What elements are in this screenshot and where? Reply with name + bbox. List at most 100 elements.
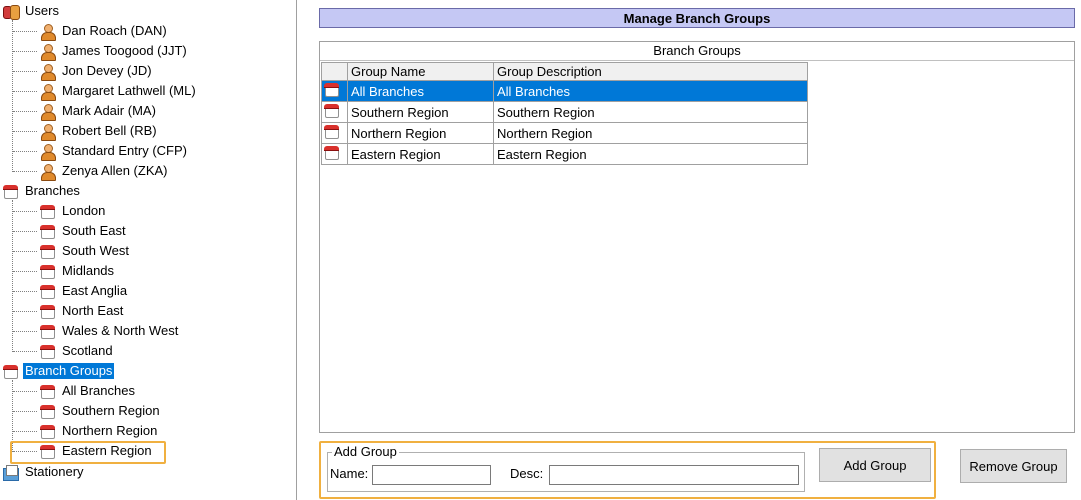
group-name-cell[interactable]: Eastern Region — [347, 143, 494, 165]
tree-label: Jon Devey (JD) — [62, 63, 152, 78]
tree-item-branch[interactable]: Midlands — [39, 261, 116, 281]
tree-item-branch[interactable]: London — [39, 201, 107, 221]
user-icon — [39, 43, 56, 61]
group-description-cell[interactable]: Northern Region — [493, 122, 808, 144]
tree-item-branch[interactable]: South East — [39, 221, 128, 241]
branch-groups-grid: Branch Groups Group Name Group Descripti… — [319, 41, 1075, 433]
branch-group-icon — [323, 102, 340, 119]
branch-icon — [39, 323, 56, 340]
tree-label: Zenya Allen (ZKA) — [62, 163, 168, 178]
tree-item-user[interactable]: Mark Adair (MA) — [39, 101, 158, 121]
tree-label: Mark Adair (MA) — [62, 103, 156, 118]
group-description-cell[interactable]: All Branches — [493, 80, 808, 102]
tree-item-branch-group[interactable]: All Branches — [39, 381, 137, 401]
remove-group-button[interactable]: Remove Group — [960, 449, 1067, 483]
branch-group-icon — [39, 423, 56, 440]
tree-label: Users — [25, 3, 59, 18]
group-description-cell[interactable]: Eastern Region — [493, 143, 808, 165]
tree-item-user[interactable]: Zenya Allen (ZKA) — [39, 161, 170, 181]
tree-node-stationery[interactable]: Stationery — [2, 462, 86, 482]
branch-icon — [39, 303, 56, 320]
branch-icon — [39, 223, 56, 240]
row-icon-cell — [321, 122, 348, 144]
tree-label: East Anglia — [62, 283, 128, 298]
row-icon-cell — [321, 101, 348, 123]
tree-label: Dan Roach (DAN) — [62, 23, 167, 38]
tree-item-user[interactable]: Jon Devey (JD) — [39, 61, 154, 81]
header-icon-column — [321, 62, 348, 81]
tree-connector — [12, 200, 13, 352]
user-icon — [39, 103, 56, 121]
row-icon-cell — [321, 80, 348, 102]
tree-label: Robert Bell (RB) — [62, 123, 157, 138]
group-description-input[interactable] — [549, 465, 799, 485]
users-group-icon — [2, 3, 20, 20]
tree-label: Branches — [25, 183, 80, 198]
tree-item-user[interactable]: Dan Roach (DAN) — [39, 21, 169, 41]
tree-item-branch[interactable]: North East — [39, 301, 125, 321]
table-row[interactable]: All Branches All Branches — [321, 80, 808, 102]
add-group-button[interactable]: Add Group — [819, 448, 931, 482]
branch-groups-table: Group Name Group Description All Branche… — [321, 62, 808, 165]
row-icon-cell — [321, 143, 348, 165]
tree-item-user[interactable]: Margaret Lathwell (ML) — [39, 81, 198, 101]
navigation-tree: Users Dan Roach (DAN) James Toogood (JJT… — [0, 0, 297, 500]
tree-label: Standard Entry (CFP) — [62, 143, 187, 158]
user-icon — [39, 83, 56, 101]
branch-group-icon — [2, 363, 19, 380]
tree-label: Northern Region — [62, 423, 158, 438]
group-name-cell[interactable]: All Branches — [347, 80, 494, 102]
group-name-cell[interactable]: Southern Region — [347, 101, 494, 123]
tree-item-branch-group[interactable]: Southern Region — [39, 401, 162, 421]
user-icon — [39, 63, 56, 81]
tree-label: Wales & North West — [62, 323, 179, 338]
group-description-cell[interactable]: Southern Region — [493, 101, 808, 123]
tree-item-branch[interactable]: East Anglia — [39, 281, 129, 301]
page-title: Manage Branch Groups — [319, 8, 1075, 28]
stationery-icon — [2, 464, 19, 481]
tree-node-branch-groups[interactable]: Branch Groups — [2, 361, 115, 381]
tree-item-branch-group[interactable]: Northern Region — [39, 421, 159, 441]
tree-item-user[interactable]: Robert Bell (RB) — [39, 121, 159, 141]
branch-icon — [39, 263, 56, 280]
tree-label: South West — [62, 243, 129, 258]
table-row[interactable]: Eastern Region Eastern Region — [321, 143, 808, 165]
desc-label: Desc: — [510, 466, 544, 481]
tree-label: Southern Region — [62, 403, 160, 418]
tree-label: Scotland — [62, 343, 113, 358]
tree-node-users[interactable]: Users — [2, 1, 61, 21]
grid-caption: Branch Groups — [320, 42, 1074, 61]
user-icon — [39, 123, 56, 141]
branch-icon — [39, 283, 56, 300]
branch-group-icon — [323, 123, 340, 140]
group-name-cell[interactable]: Northern Region — [347, 122, 494, 144]
branch-group-icon — [39, 403, 56, 420]
tree-label: Branch Groups — [23, 363, 115, 379]
branch-icon — [39, 343, 56, 360]
tree-node-branches[interactable]: Branches — [2, 181, 82, 201]
tree-item-branch[interactable]: Scotland — [39, 341, 115, 361]
name-label: Name: — [330, 466, 369, 481]
branch-icon — [39, 203, 56, 220]
tree-item-user[interactable]: James Toogood (JJT) — [39, 41, 189, 61]
column-header-group-name[interactable]: Group Name — [347, 62, 494, 81]
branch-icon — [39, 243, 56, 260]
table-row[interactable]: Southern Region Southern Region — [321, 101, 808, 123]
branch-icon — [2, 183, 19, 200]
column-header-group-description[interactable]: Group Description — [493, 62, 808, 81]
tree-item-branch[interactable]: Wales & North West — [39, 321, 180, 341]
tree-item-branch[interactable]: South West — [39, 241, 131, 261]
highlight-box — [10, 441, 166, 464]
branch-group-icon — [39, 383, 56, 400]
tree-label: London — [62, 203, 106, 218]
tree-item-user[interactable]: Standard Entry (CFP) — [39, 141, 189, 161]
tree-label: South East — [62, 223, 126, 238]
tree-connector — [12, 20, 13, 172]
user-icon — [39, 23, 56, 41]
table-row[interactable]: Northern Region Northern Region — [321, 122, 808, 144]
tree-label: North East — [62, 303, 124, 318]
add-group-fieldset: Add Group Name: Desc: — [327, 444, 805, 492]
tree-label: Midlands — [62, 263, 115, 278]
add-group-legend: Add Group — [332, 444, 399, 460]
group-name-input[interactable] — [372, 465, 491, 485]
